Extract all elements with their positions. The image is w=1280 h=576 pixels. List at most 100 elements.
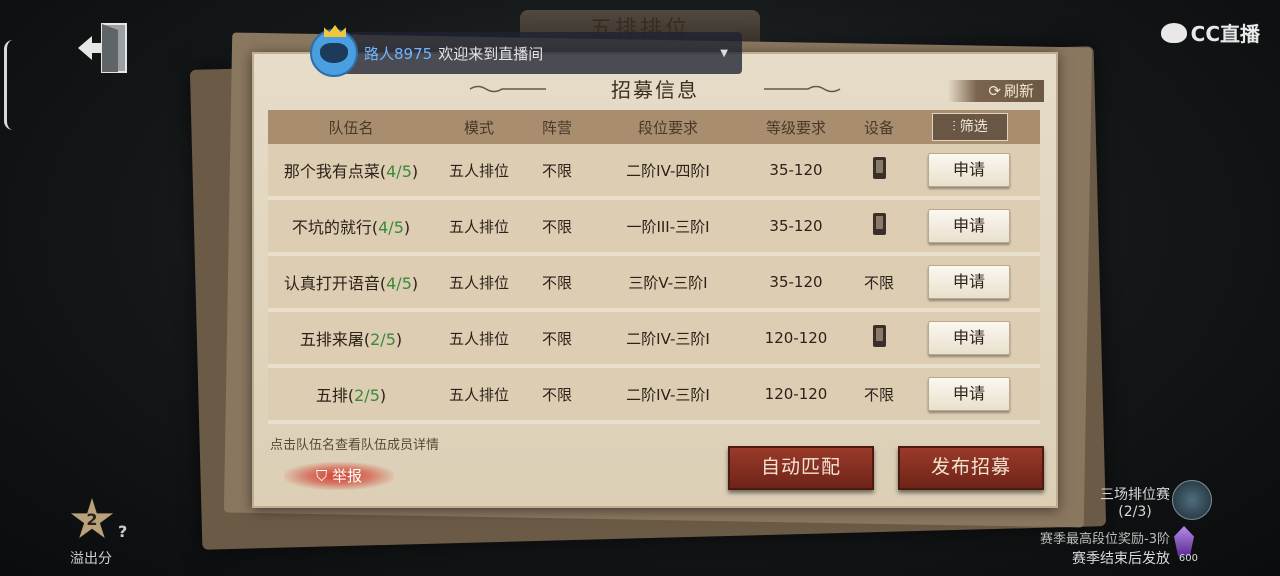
stream-username: 路人8975 <box>364 44 433 63</box>
header-device: 设备 <box>863 118 894 137</box>
stream-welcome-banner[interactable]: 路人8975 欢迎来到直播间 ▼ <box>310 25 742 77</box>
refresh-icon: ⟳ <box>988 82 1001 100</box>
rank-emblem-icon <box>1172 480 1212 520</box>
team-name-link[interactable]: 那个我有点菜(4/5) <box>268 158 434 182</box>
mode-cell: 五人排位 <box>448 217 509 236</box>
camp-cell: 不限 <box>541 161 572 180</box>
mode-cell: 五人排位 <box>448 385 509 404</box>
team-name: 那个我有点菜 <box>283 162 380 181</box>
team-name-link[interactable]: 认真打开语音(4/5) <box>268 270 434 294</box>
side-indicator <box>4 40 13 130</box>
level-cell: 120-120 <box>764 329 828 347</box>
header-mode: 模式 <box>463 118 494 137</box>
auto-match-button[interactable]: 自动匹配 <box>728 446 874 490</box>
device-cell <box>846 325 912 351</box>
rank-cell: 三阶V-三阶I <box>628 273 708 292</box>
cc-brand-text: CC直播 <box>1190 22 1260 46</box>
table-row: 五排来屠(2/5) 五人排位 不限 二阶IV-三阶I 120-120 申请 <box>268 312 1040 368</box>
avatar-face <box>320 43 348 63</box>
apply-button[interactable]: 申请 <box>928 209 1010 243</box>
team-count: 4/5 <box>386 274 412 293</box>
refresh-button[interactable]: ⟳ 刷新 <box>948 80 1044 102</box>
level-cell: 35-120 <box>769 161 823 179</box>
apply-button[interactable]: 申请 <box>928 321 1010 355</box>
level-cell: 120-120 <box>764 385 828 403</box>
team-count: 4/5 <box>378 218 404 237</box>
device-cell <box>846 157 912 183</box>
team-name: 五排来屠 <box>299 330 364 349</box>
caret-down-icon[interactable]: ▼ <box>720 48 728 59</box>
camp-cell: 不限 <box>541 385 572 404</box>
avatar <box>310 25 358 77</box>
header-camp: 阵营 <box>541 118 572 137</box>
apply-button[interactable]: 申请 <box>928 153 1010 187</box>
cc-live-logo: CC直播 <box>1160 18 1260 47</box>
rank-match-info: 三场排位赛 (2/3) <box>1100 484 1170 520</box>
title-flourish-right <box>764 85 841 93</box>
recruit-table: 队伍名 模式 阵营 段位要求 等级要求 设备 ⫶ 筛选 那个我有点菜(4/5) … <box>268 110 1040 424</box>
apply-cell: 申请 <box>912 265 1040 299</box>
gem-icon <box>1174 526 1194 556</box>
mode-cell: 五人排位 <box>448 329 509 348</box>
table-row: 那个我有点菜(4/5) 五人排位 不限 二阶IV-四阶I 35-120 申请 <box>268 144 1040 200</box>
apply-cell: 申请 <box>912 321 1040 355</box>
team-name-link[interactable]: 五排来屠(2/5) <box>268 326 434 350</box>
team-name-link[interactable]: 五排(2/5) <box>268 382 434 406</box>
team-count: 2/5 <box>354 386 380 405</box>
team-name: 不坑的就行 <box>291 218 372 237</box>
publish-recruit-button[interactable]: 发布招募 <box>898 446 1044 490</box>
team-name: 认真打开语音 <box>283 274 380 293</box>
season-reward-text: 赛季最高段位奖励-3阶 <box>1040 532 1170 547</box>
rank-cell: 一阶III-三阶I <box>626 217 710 236</box>
team-count: 2/5 <box>370 330 396 349</box>
rank-cell: 二阶IV-三阶I <box>626 385 710 404</box>
camp-cell: 不限 <box>541 329 572 348</box>
team-name: 五排 <box>315 386 348 405</box>
cc-paw-icon <box>1160 22 1187 43</box>
report-button[interactable]: ⛉ 举报 <box>284 462 394 490</box>
rank-match-progress: (2/3) <box>1118 504 1152 520</box>
table-row: 不坑的就行(4/5) 五人排位 不限 一阶III-三阶I 35-120 申请 <box>268 200 1040 256</box>
apply-button[interactable]: 申请 <box>928 377 1010 411</box>
shield-icon: ⛉ <box>315 467 328 485</box>
rank-cell: 二阶IV-三阶I <box>626 329 710 348</box>
apply-cell: 申请 <box>912 209 1040 243</box>
phone-icon <box>872 157 886 179</box>
apply-cell: 申请 <box>912 377 1040 411</box>
rank-match-title: 三场排位赛 <box>1100 487 1170 503</box>
team-name-link[interactable]: 不坑的就行(4/5) <box>268 214 434 238</box>
device-cell: 不限 <box>863 273 894 292</box>
season-reward-note: 赛季结束后发放 <box>1072 551 1170 567</box>
filter-cell: ⫶ 筛选 <box>912 113 1040 141</box>
phone-icon <box>872 325 886 347</box>
help-icon[interactable]: ? <box>118 522 127 541</box>
apply-button[interactable]: 申请 <box>928 265 1010 299</box>
camp-cell: 不限 <box>541 273 572 292</box>
exit-icon[interactable] <box>72 20 132 76</box>
filter-button[interactable]: ⫶ 筛选 <box>932 113 1008 141</box>
device-cell <box>846 213 912 239</box>
phone-icon <box>872 213 886 235</box>
device-cell: 不限 <box>863 385 894 404</box>
table-row: 五排(2/5) 五人排位 不限 二阶IV-三阶I 120-120 不限 申请 <box>268 368 1040 424</box>
overflow-score-label: 溢出分 <box>70 551 112 567</box>
level-cell: 35-120 <box>769 217 823 235</box>
refresh-label: 刷新 <box>1003 82 1034 100</box>
filter-icon: ⫶ <box>952 119 956 135</box>
crown-icon <box>324 25 346 37</box>
mode-cell: 五人排位 <box>448 161 509 180</box>
gem-count: 600 <box>1178 553 1198 564</box>
mode-cell: 五人排位 <box>448 273 509 292</box>
table-header: 队伍名 模式 阵营 段位要求 等级要求 设备 ⫶ 筛选 <box>268 110 1040 144</box>
apply-cell: 申请 <box>912 153 1040 187</box>
panel-title: 招募信息 <box>611 78 699 102</box>
team-count: 4/5 <box>386 162 412 181</box>
team-detail-hint: 点击队伍名查看队伍成员详情 <box>270 438 440 453</box>
filter-label: 筛选 <box>959 119 988 135</box>
table-row: 认真打开语音(4/5) 五人排位 不限 三阶V-三阶I 35-120 不限 申请 <box>268 256 1040 312</box>
level-cell: 35-120 <box>769 273 823 291</box>
report-label: 举报 <box>332 467 363 485</box>
star-value: 2 <box>86 510 98 529</box>
header-team-name: 队伍名 <box>328 118 374 137</box>
header-level-req: 等级要求 <box>765 118 826 137</box>
